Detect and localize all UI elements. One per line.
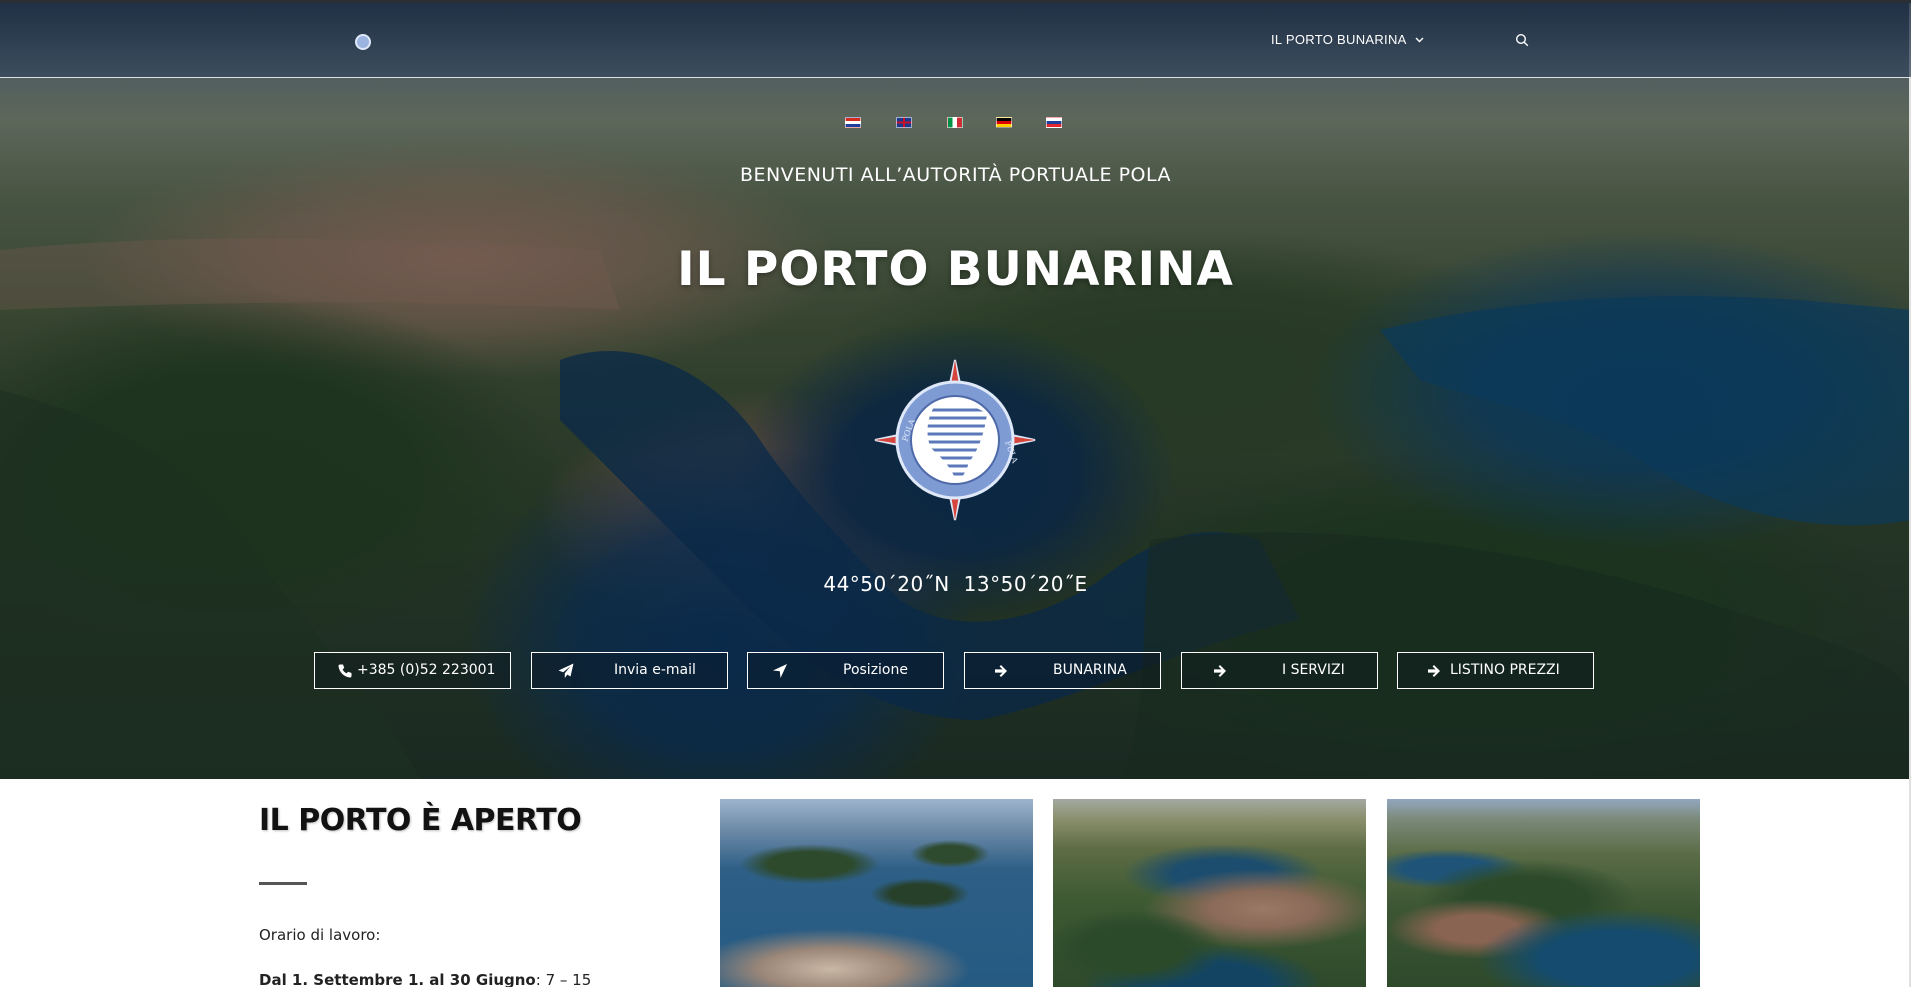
gallery-photo-3[interactable]	[1387, 799, 1700, 987]
port-authority-emblem-icon: POLA PULA	[874, 359, 1036, 521]
top-navigation-bar: IL PORTO BUNARINA	[0, 0, 1911, 78]
services-button-label: I SERVIZI	[1282, 662, 1345, 678]
section-divider	[259, 882, 307, 885]
flag-italian-icon[interactable]	[947, 117, 963, 128]
working-hours-period: Dal 1. Settembre 1. al 30 Giugno	[259, 971, 536, 987]
arrow-right-icon	[1214, 665, 1226, 677]
services-button[interactable]: I SERVIZI	[1181, 652, 1378, 689]
site-logo-icon[interactable]	[355, 34, 371, 50]
hero-title: IL PORTO BUNARINA	[677, 242, 1234, 297]
latitude-text: 44°50´20˝N	[823, 572, 950, 596]
bunarina-button-label: BUNARINA	[1053, 662, 1127, 678]
nav-menu-label: IL PORTO BUNARINA	[1271, 32, 1407, 47]
port-status-title: IL PORTO È APERTO	[259, 803, 582, 838]
phone-button-label: +385 (0)52 223001	[357, 662, 496, 678]
flag-slovenian-icon[interactable]	[1046, 117, 1062, 128]
location-button-label: Posizione	[843, 662, 908, 678]
price-list-button[interactable]: LISTINO PREZZI	[1397, 652, 1594, 689]
working-hours-label: Orario di lavoro:	[259, 926, 381, 944]
working-hours-line: Dal 1. Settembre 1. al 30 Giugno: 7 – 15	[259, 971, 591, 987]
flag-croatian-icon[interactable]	[845, 117, 861, 128]
flag-german-icon[interactable]	[996, 117, 1012, 128]
coordinates-readout: 44°50´20˝N 13°50´20˝E	[0, 572, 1911, 596]
email-button[interactable]: Invia e-mail	[531, 652, 728, 689]
email-button-label: Invia e-mail	[614, 662, 696, 678]
hero-button-row: +385 (0)52 223001 Invia e-mail Posizione…	[0, 652, 1911, 689]
phone-icon	[338, 664, 352, 678]
price-list-button-label: LISTINO PREZZI	[1450, 662, 1560, 678]
gallery-photo-2[interactable]	[1053, 799, 1366, 987]
arrow-right-icon	[1428, 665, 1440, 677]
flag-english-icon[interactable]	[896, 117, 912, 128]
chevron-down-icon	[1415, 35, 1424, 46]
working-hours-time: : 7 – 15	[535, 971, 592, 987]
location-arrow-icon	[773, 664, 787, 678]
longitude-text: 13°50´20˝E	[963, 572, 1088, 596]
paper-plane-icon	[558, 663, 574, 678]
language-switcher	[0, 117, 1911, 129]
phone-button[interactable]: +385 (0)52 223001	[314, 652, 511, 689]
hero-subtitle: BENVENUTI ALL’AUTORITÀ PORTUALE POLA	[739, 164, 1172, 186]
arrow-right-icon	[995, 665, 1007, 677]
gallery-photo-1[interactable]	[720, 799, 1033, 987]
nav-menu-porto-bunarina[interactable]: IL PORTO BUNARINA	[1271, 32, 1424, 47]
search-icon[interactable]	[1515, 33, 1529, 47]
bunarina-button[interactable]: BUNARINA	[964, 652, 1161, 689]
location-button[interactable]: Posizione	[747, 652, 944, 689]
